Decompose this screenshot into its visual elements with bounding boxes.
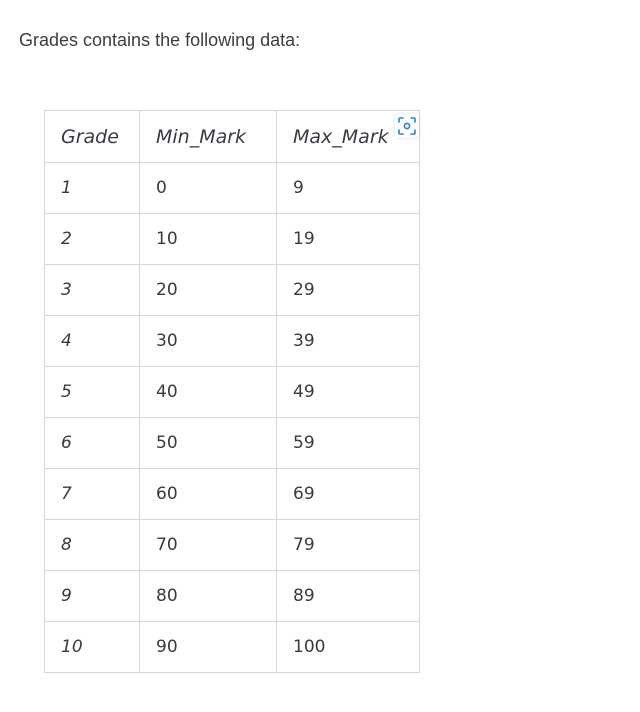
- cell-max-mark: 79: [276, 519, 420, 571]
- cell-grade: 10: [44, 621, 140, 673]
- cell-min-mark: 50: [139, 417, 277, 469]
- cell-grade: 6: [44, 417, 140, 469]
- cell-min-mark: 90: [139, 621, 277, 673]
- table-row: 4 30 39: [44, 315, 420, 367]
- cell-max-mark: 49: [276, 366, 420, 418]
- grades-table: Grade Min_Mark Max_Mark 1 0 9 2 10 19 3 …: [44, 110, 420, 673]
- cell-max-mark: 9: [276, 162, 420, 214]
- cell-grade: 4: [44, 315, 140, 367]
- table-row: 5 40 49: [44, 366, 420, 418]
- cell-grade: 9: [44, 570, 140, 622]
- cell-min-mark: 20: [139, 264, 277, 316]
- scan-text-icon[interactable]: [395, 114, 419, 138]
- table-row: 7 60 69: [44, 468, 420, 520]
- cell-min-mark: 30: [139, 315, 277, 367]
- cell-max-mark: 59: [276, 417, 420, 469]
- cell-grade: 5: [44, 366, 140, 418]
- cell-max-mark: 29: [276, 264, 420, 316]
- cell-max-mark: 100: [276, 621, 420, 673]
- table-row: 8 70 79: [44, 519, 420, 571]
- cell-min-mark: 10: [139, 213, 277, 265]
- cell-max-mark: 69: [276, 468, 420, 520]
- cell-grade: 7: [44, 468, 140, 520]
- table-header-row: Grade Min_Mark Max_Mark: [44, 110, 420, 163]
- cell-min-mark: 0: [139, 162, 277, 214]
- cell-min-mark: 60: [139, 468, 277, 520]
- cell-max-mark: 19: [276, 213, 420, 265]
- cell-max-mark: 89: [276, 570, 420, 622]
- cell-min-mark: 70: [139, 519, 277, 571]
- header-grade: Grade: [44, 110, 140, 163]
- cell-min-mark: 40: [139, 366, 277, 418]
- table-row: 9 80 89: [44, 570, 420, 622]
- header-min-mark: Min_Mark: [139, 110, 277, 163]
- cell-grade: 2: [44, 213, 140, 265]
- cell-min-mark: 80: [139, 570, 277, 622]
- cell-grade: 3: [44, 264, 140, 316]
- scan-text-icon-glyph: [398, 117, 416, 135]
- cell-grade: 1: [44, 162, 140, 214]
- table-row: 3 20 29: [44, 264, 420, 316]
- intro-text: Grades contains the following data:: [19, 30, 301, 50]
- cell-max-mark: 39: [276, 315, 420, 367]
- table-row: 1 0 9: [44, 162, 420, 214]
- grades-table-container: Grade Min_Mark Max_Mark 1 0 9 2 10 19 3 …: [44, 110, 420, 673]
- table-row: 10 90 100: [44, 621, 420, 673]
- table-row: 2 10 19: [44, 213, 420, 265]
- cell-grade: 8: [44, 519, 140, 571]
- table-row: 6 50 59: [44, 417, 420, 469]
